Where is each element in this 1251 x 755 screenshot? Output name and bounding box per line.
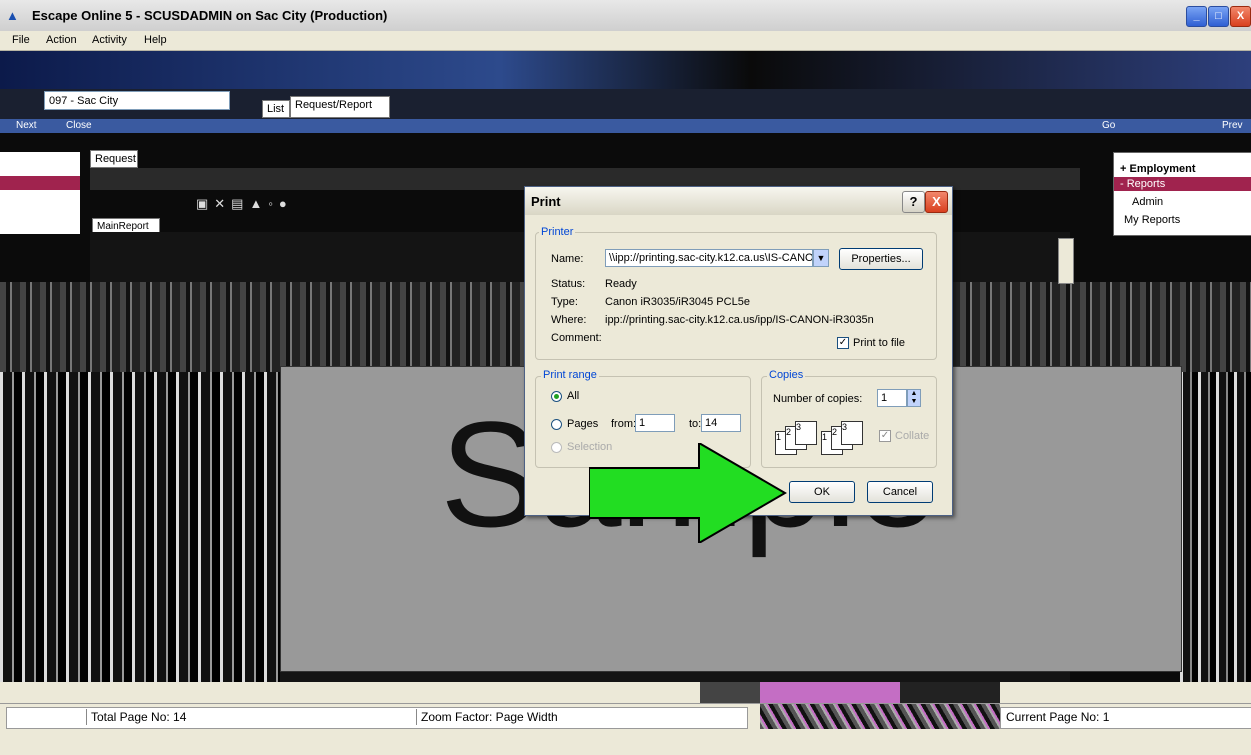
tab-request-report[interactable]: Request/Report: [290, 96, 390, 118]
range-all-label: All: [567, 390, 580, 402]
range-pages-label: Pages: [567, 418, 599, 430]
header-band: [0, 51, 1251, 89]
minimize-button[interactable]: _: [1186, 6, 1207, 27]
type-value: Canon iR3035/iR3045 PCL5e: [605, 296, 750, 308]
title-bar: ▲ Escape Online 5 - SCUSDADMIN on Sac Ci…: [0, 0, 1251, 32]
side-nav-panel: + Employment - Reports Admin My Reports: [1113, 152, 1251, 236]
to-page-input[interactable]: 14: [701, 414, 741, 432]
next-button[interactable]: Next: [16, 120, 37, 131]
menu-action[interactable]: Action: [46, 34, 77, 46]
print-range-label: Print range: [541, 369, 599, 381]
print-dialog-title: Print: [531, 194, 561, 209]
left-panel-highlight: [0, 176, 80, 190]
print-to-file-label: Print to file: [853, 337, 905, 349]
from-page-input[interactable]: 1: [635, 414, 675, 432]
chevron-down-icon[interactable]: ▼: [813, 249, 829, 267]
copies-spinner-icon[interactable]: ▲ ▼: [907, 389, 921, 407]
printer-group-label: Printer: [539, 226, 576, 238]
printer-name-select[interactable]: \\ipp://printing.sac-city.k12.ca.us\IS-C…: [605, 249, 813, 267]
copies-group-label: Copies: [767, 369, 806, 381]
tab-list[interactable]: List: [262, 100, 290, 118]
ok-button[interactable]: OK: [789, 481, 855, 503]
company-selector[interactable]: 097 - Sac City: [44, 91, 230, 110]
preview-scrollbar[interactable]: [1058, 238, 1074, 284]
menu-bar: File Action Activity Help: [0, 31, 1251, 51]
maximize-button[interactable]: □: [1208, 6, 1229, 27]
nav-reports[interactable]: - Reports: [1120, 178, 1165, 190]
report-toolbar-icons: ▣✕▤▲◦●: [196, 196, 293, 211]
horizontal-scroll-strip[interactable]: [0, 682, 1251, 703]
close-window-button[interactable]: X: [1230, 6, 1251, 27]
app-icon: ▲: [6, 8, 19, 23]
nav-admin[interactable]: Admin: [1132, 196, 1163, 208]
nav-band: [0, 119, 1251, 133]
collate-label: Collate: [895, 430, 930, 442]
prev-button[interactable]: Prev: [1222, 120, 1243, 131]
dialog-close-button[interactable]: X: [925, 191, 948, 213]
range-selection-radio[interactable]: [551, 442, 562, 453]
help-button[interactable]: ?: [902, 191, 925, 213]
type-label: Type:: [551, 296, 578, 308]
go-button[interactable]: Go: [1102, 120, 1115, 131]
comment-label: Comment:: [551, 332, 602, 344]
range-all-radio[interactable]: [551, 391, 562, 402]
status-value: Ready: [605, 278, 637, 290]
status-label: Status:: [551, 278, 586, 290]
close-tab-button[interactable]: Close: [66, 120, 92, 131]
where-label: Where:: [551, 314, 587, 326]
cancel-button[interactable]: Cancel: [867, 481, 933, 503]
properties-button[interactable]: Properties...: [839, 248, 923, 270]
preview-noise-left: [0, 372, 280, 682]
copies-input[interactable]: 1: [877, 389, 907, 407]
nav-my-reports[interactable]: My Reports: [1124, 214, 1180, 226]
green-arrow-icon: [589, 443, 787, 543]
current-page: Current Page No: 1: [1006, 710, 1110, 724]
menu-file[interactable]: File: [12, 34, 30, 46]
to-label: to:: [689, 418, 702, 430]
name-label: Name:: [551, 253, 584, 265]
status-bar: Total Page No: 14 Zoom Factor: Page Widt…: [0, 703, 1251, 730]
where-value: ipp://printing.sac-city.k12.ca.us/ipp/IS…: [605, 314, 874, 326]
print-to-file-checkbox[interactable]: ✓: [837, 337, 849, 349]
left-panel: [0, 152, 80, 234]
copies-label: Number of copies:: [773, 393, 863, 405]
from-label: from:: [611, 418, 637, 430]
print-dialog-titlebar: Print ? X: [525, 187, 952, 215]
status-noise: [760, 704, 1000, 730]
zoom-factor: Zoom Factor: Page Width: [416, 709, 558, 725]
menu-help[interactable]: Help: [144, 34, 167, 46]
collate-checkbox[interactable]: ✓: [879, 430, 891, 442]
bottom-strip: [0, 729, 1251, 755]
nav-employment[interactable]: + Employment: [1120, 163, 1196, 175]
subtab-request[interactable]: Request: [90, 150, 138, 168]
total-page-count: Total Page No: 14: [86, 709, 186, 725]
window-title: Escape Online 5 - SCUSDADMIN on Sac City…: [32, 8, 388, 23]
range-pages-radio[interactable]: [551, 419, 562, 430]
collate-pages-icon-2: 1 2 3: [821, 421, 875, 455]
menu-activity[interactable]: Activity: [92, 34, 127, 46]
preview-noise-right: [1180, 372, 1251, 682]
